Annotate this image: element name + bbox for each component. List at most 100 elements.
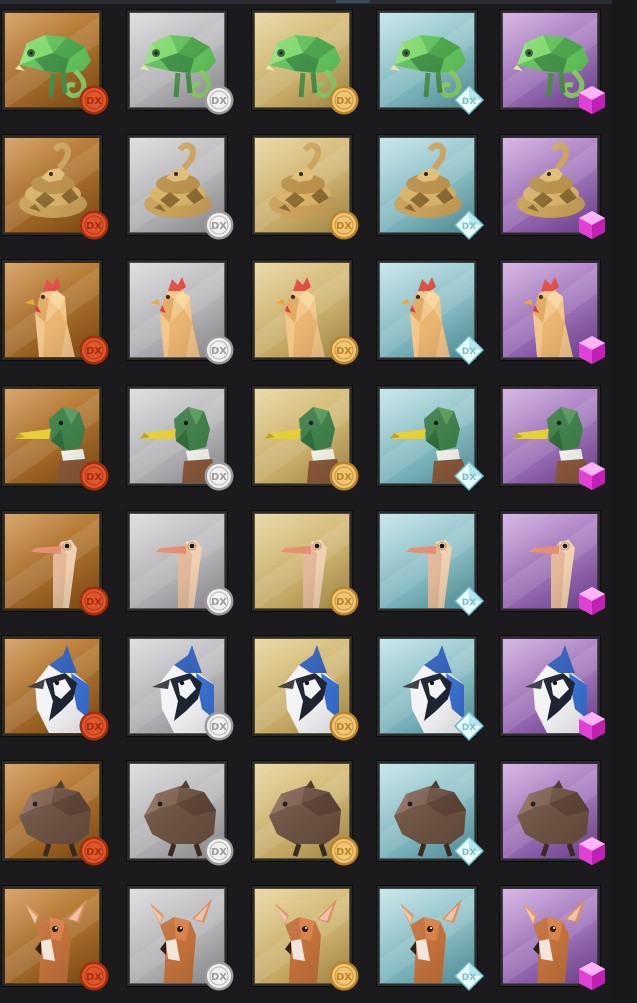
cube-gem-icon (576, 585, 608, 617)
card-chicken-diamond[interactable]: DX (377, 250, 501, 370)
svg-text:DX: DX (86, 221, 102, 232)
svg-text:DX: DX (86, 597, 102, 608)
card-beaver-diamond[interactable]: DX (377, 751, 501, 871)
card-snake-gold[interactable]: DX (252, 125, 376, 245)
coin-gold-icon: DX (328, 585, 360, 617)
svg-text:DX: DX (336, 597, 352, 608)
cube-gem-icon (576, 460, 608, 492)
svg-text:DX: DX (86, 722, 102, 733)
card-blue-jay-bronze[interactable]: DX (2, 626, 126, 746)
coin-gold-icon: DX (328, 460, 360, 492)
coin-silver-icon: DX (203, 84, 235, 116)
card-deer-bronze[interactable]: DX (2, 876, 126, 996)
card-chameleon-diamond[interactable]: DX (377, 0, 501, 120)
card-ostrich-epic[interactable] (500, 501, 624, 621)
card-blue-jay-epic[interactable] (500, 626, 624, 746)
coin-silver-icon: DX (203, 710, 235, 742)
cube-gem-icon (576, 960, 608, 992)
card-blue-jay-silver[interactable]: DX (127, 626, 251, 746)
svg-text:DX: DX (211, 597, 227, 608)
card-blue-jay-diamond[interactable]: DX (377, 626, 501, 746)
diamond-gem-icon: DX (453, 334, 485, 366)
svg-text:DX: DX (211, 221, 227, 232)
svg-text:DX: DX (462, 848, 476, 858)
coin-bronze-icon: DX (78, 460, 110, 492)
diamond-gem-icon: DX (453, 84, 485, 116)
svg-text:DX: DX (336, 96, 352, 107)
card-chameleon-epic[interactable] (500, 0, 624, 120)
row-snake: DX DX DX DX (0, 125, 637, 251)
card-chicken-gold[interactable]: DX (252, 250, 376, 370)
card-beaver-gold[interactable]: DX (252, 751, 376, 871)
coin-silver-icon: DX (203, 835, 235, 867)
card-snake-diamond[interactable]: DX (377, 125, 501, 245)
card-chameleon-gold[interactable]: DX (252, 0, 376, 120)
card-snake-silver[interactable]: DX (127, 125, 251, 245)
row-chameleon: DX DX DX DX (0, 0, 637, 126)
coin-silver-icon: DX (203, 460, 235, 492)
coin-silver-icon: DX (203, 209, 235, 241)
svg-text:DX: DX (211, 847, 227, 858)
diamond-gem-icon: DX (453, 960, 485, 992)
card-duck-epic[interactable] (500, 376, 624, 496)
row-beaver: DX DX DX DX (0, 751, 637, 877)
coin-gold-icon: DX (328, 334, 360, 366)
card-ostrich-silver[interactable]: DX (127, 501, 251, 621)
card-beaver-bronze[interactable]: DX (2, 751, 126, 871)
row-chicken: DX DX DX DX (0, 250, 637, 376)
svg-text:DX: DX (211, 472, 227, 483)
card-deer-gold[interactable]: DX (252, 876, 376, 996)
svg-text:DX: DX (211, 722, 227, 733)
scroll-gutter[interactable] (612, 0, 637, 1003)
svg-text:DX: DX (211, 96, 227, 107)
card-deer-epic[interactable] (500, 876, 624, 996)
svg-text:DX: DX (86, 96, 102, 107)
row-duck: DX DX DX DX (0, 376, 637, 502)
svg-text:DX: DX (462, 97, 476, 107)
card-chicken-epic[interactable] (500, 250, 624, 370)
svg-text:DX: DX (336, 472, 352, 483)
card-deer-silver[interactable]: DX (127, 876, 251, 996)
svg-text:DX: DX (462, 222, 476, 232)
card-blue-jay-gold[interactable]: DX (252, 626, 376, 746)
svg-text:DX: DX (462, 723, 476, 733)
collection-grid: DX DX DX DX DX DX DX DX DX DX DX DX DX D… (0, 0, 637, 1003)
diamond-gem-icon: DX (453, 835, 485, 867)
card-chicken-bronze[interactable]: DX (2, 250, 126, 370)
coin-silver-icon: DX (203, 334, 235, 366)
card-ostrich-diamond[interactable]: DX (377, 501, 501, 621)
svg-text:DX: DX (462, 347, 476, 357)
svg-text:DX: DX (86, 847, 102, 858)
svg-text:DX: DX (462, 973, 476, 983)
coin-gold-icon: DX (328, 84, 360, 116)
svg-text:DX: DX (211, 972, 227, 983)
svg-text:DX: DX (336, 221, 352, 232)
card-beaver-silver[interactable]: DX (127, 751, 251, 871)
card-deer-diamond[interactable]: DX (377, 876, 501, 996)
cube-gem-icon (576, 84, 608, 116)
card-beaver-epic[interactable] (500, 751, 624, 871)
cube-gem-icon (576, 835, 608, 867)
coin-silver-icon: DX (203, 585, 235, 617)
card-duck-bronze[interactable]: DX (2, 376, 126, 496)
diamond-gem-icon: DX (453, 460, 485, 492)
card-duck-silver[interactable]: DX (127, 376, 251, 496)
card-chicken-silver[interactable]: DX (127, 250, 251, 370)
card-snake-epic[interactable] (500, 125, 624, 245)
card-snake-bronze[interactable]: DX (2, 125, 126, 245)
card-duck-diamond[interactable]: DX (377, 376, 501, 496)
card-ostrich-bronze[interactable]: DX (2, 501, 126, 621)
card-chameleon-silver[interactable]: DX (127, 0, 251, 120)
card-chameleon-bronze[interactable]: DX (2, 0, 126, 120)
coin-gold-icon: DX (328, 835, 360, 867)
row-ostrich: DX DX DX DX (0, 501, 637, 627)
svg-text:DX: DX (336, 346, 352, 357)
cube-gem-icon (576, 209, 608, 241)
svg-text:DX: DX (211, 346, 227, 357)
coin-bronze-icon: DX (78, 960, 110, 992)
cube-gem-icon (576, 334, 608, 366)
coin-bronze-icon: DX (78, 710, 110, 742)
card-duck-gold[interactable]: DX (252, 376, 376, 496)
card-ostrich-gold[interactable]: DX (252, 501, 376, 621)
row-blue-jay: DX DX DX DX (0, 626, 637, 752)
